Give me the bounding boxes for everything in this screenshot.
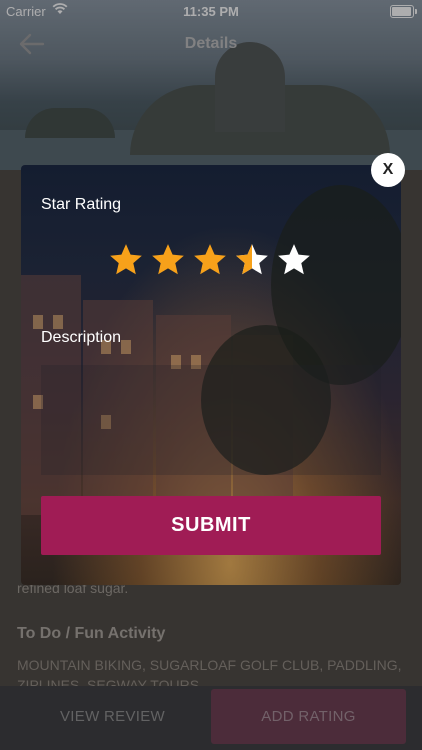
- star-half-icon-4[interactable]: [233, 241, 271, 279]
- close-button[interactable]: X: [371, 153, 405, 187]
- star-rating-label: Star Rating: [41, 196, 122, 213]
- star-icon-1[interactable]: [107, 241, 145, 279]
- rating-modal: Star Rating Description SUBMIT: [21, 165, 401, 585]
- star-icon-2[interactable]: [149, 241, 187, 279]
- star-icon-3[interactable]: [191, 241, 229, 279]
- star-rating-control[interactable]: [107, 241, 313, 279]
- description-input[interactable]: [41, 365, 381, 475]
- description-label: Description: [41, 329, 122, 346]
- star-empty-icon-5[interactable]: [275, 241, 313, 279]
- submit-button[interactable]: SUBMIT: [41, 496, 381, 555]
